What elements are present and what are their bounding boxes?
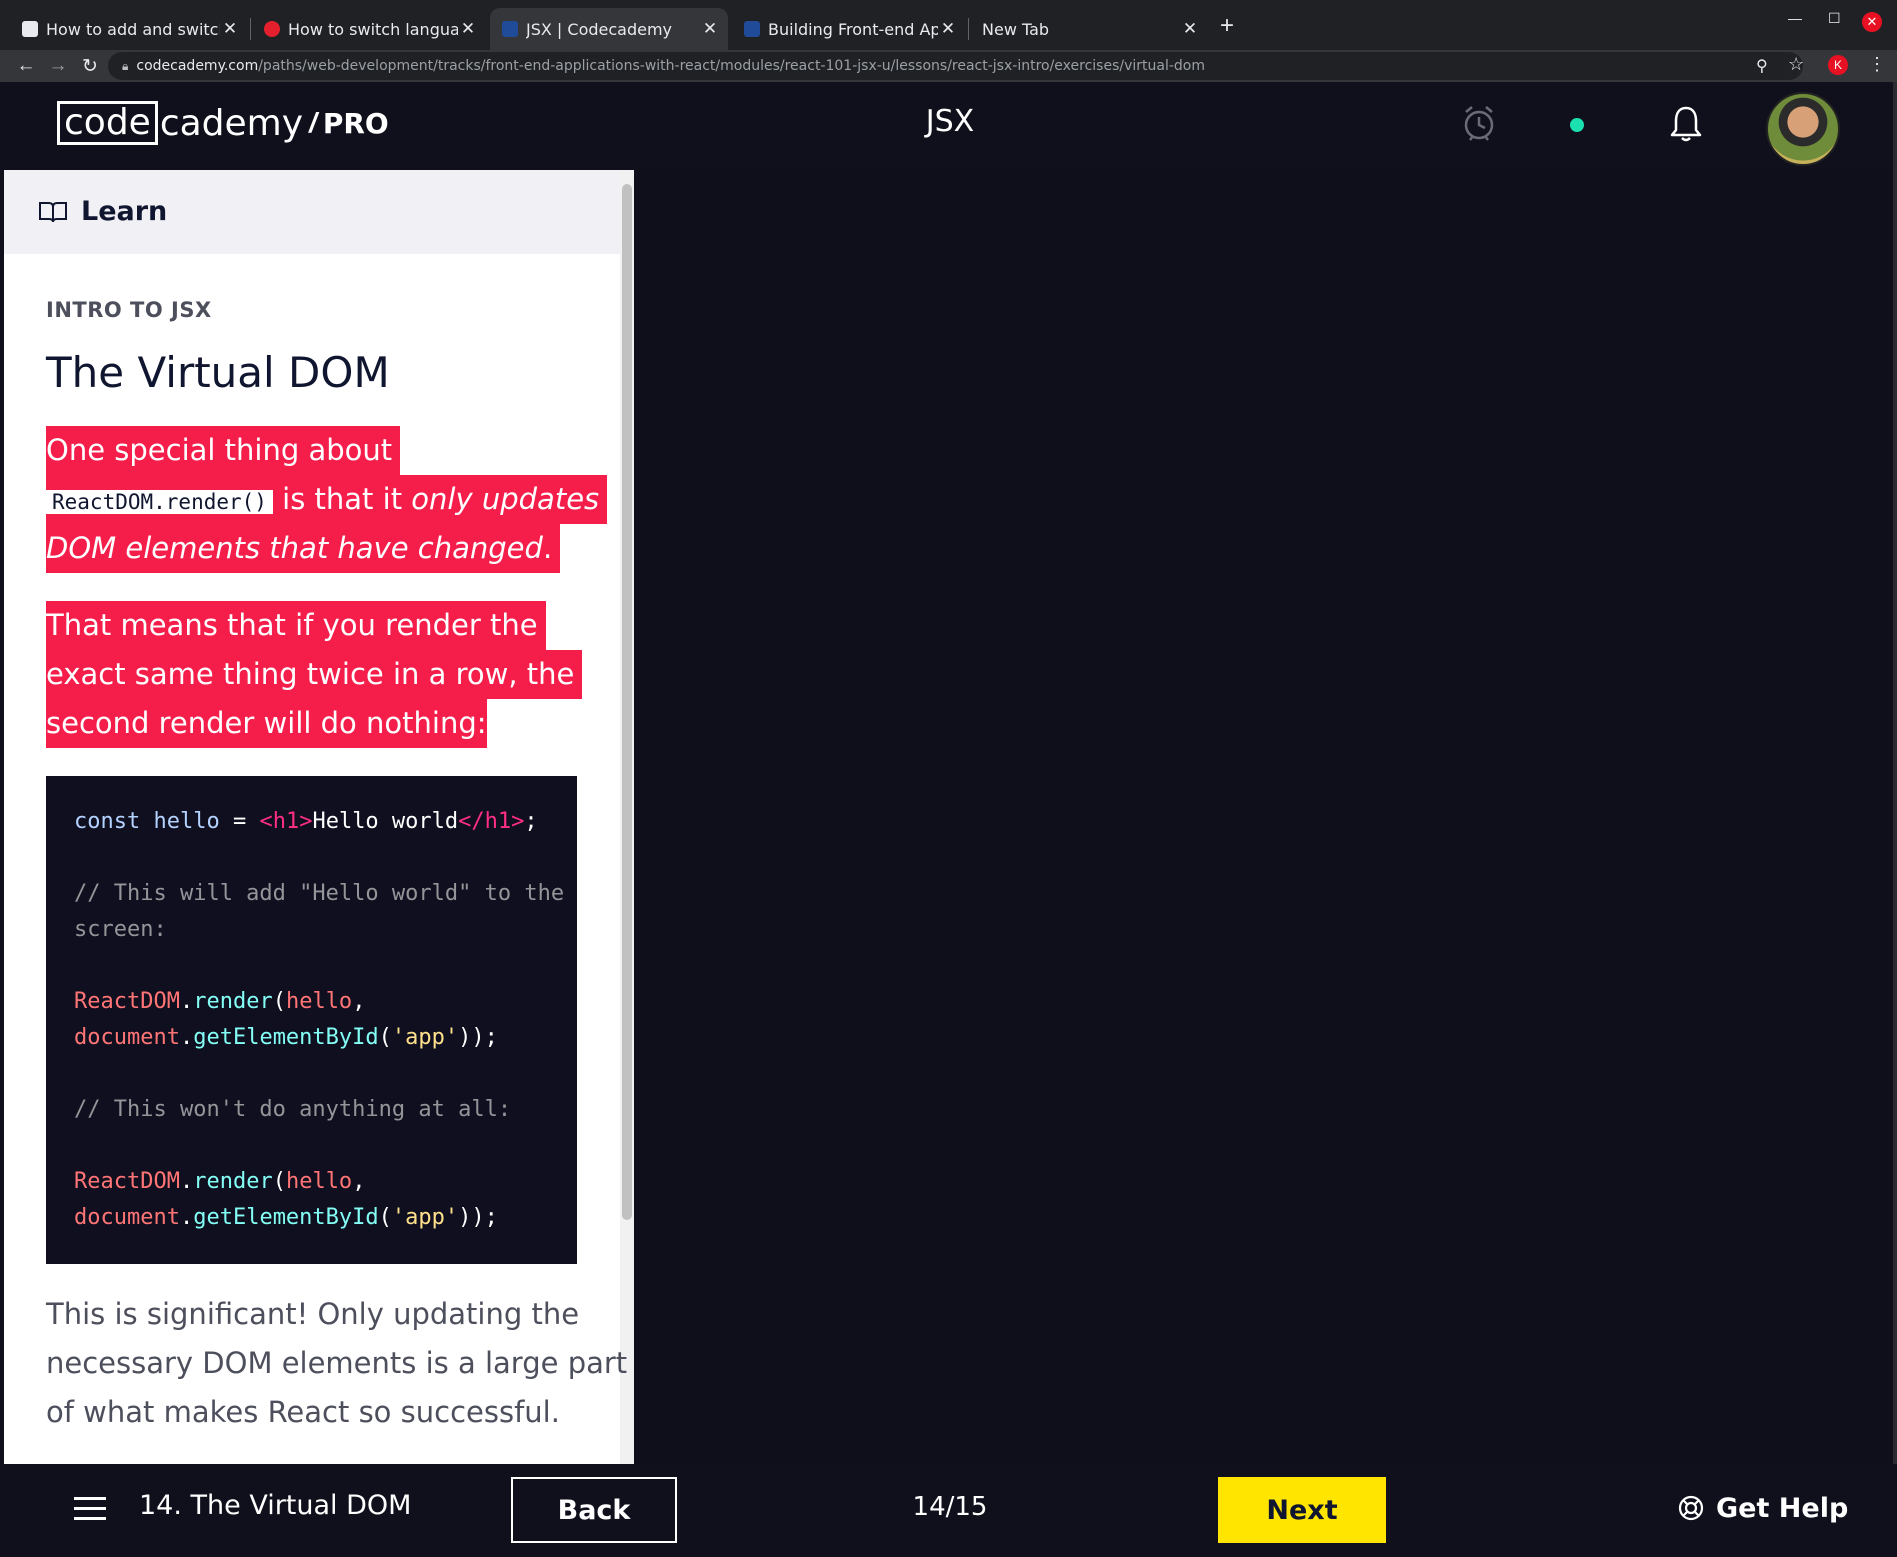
code-line: const hello = <h1>Hello world</h1>; bbox=[74, 809, 538, 834]
learn-tab[interactable]: Learn bbox=[81, 196, 167, 227]
tab-title: How to switch language k bbox=[288, 19, 458, 39]
url-path: /paths/web-development/tracks/front-end-… bbox=[258, 58, 1205, 74]
profile-avatar[interactable]: K bbox=[1828, 55, 1848, 75]
highlighted-text-segment: . bbox=[542, 531, 553, 565]
lesson-paragraph: necessary DOM elements is a large part bbox=[46, 1346, 628, 1380]
code-line: document.getElementById('app')); bbox=[74, 1205, 498, 1230]
tab-close-icon[interactable]: ✕ bbox=[220, 19, 240, 39]
status-dot bbox=[1570, 118, 1584, 132]
code-comment: // This won't do anything at all: bbox=[74, 1097, 512, 1122]
progress-counter: 14/15 bbox=[912, 1492, 988, 1522]
back-button[interactable]: Back bbox=[511, 1477, 677, 1543]
course-title: JSX bbox=[925, 104, 975, 139]
emphasis-text: DOM elements that have changed bbox=[46, 531, 543, 565]
bell-icon[interactable] bbox=[1670, 104, 1702, 144]
tab-close-icon[interactable]: ✕ bbox=[1180, 19, 1200, 39]
tab-title: JSX | Codecademy bbox=[526, 19, 673, 39]
code-line: document.getElementById('app')); bbox=[74, 1025, 498, 1050]
code-line: ReactDOM.render(hello, bbox=[74, 1169, 366, 1194]
browser-menu-icon[interactable]: ⋮ bbox=[1868, 54, 1886, 75]
next-button[interactable]: Next bbox=[1218, 1477, 1386, 1543]
emphasis-text: only updates bbox=[411, 482, 600, 516]
tab-title: Building Front-end Applic bbox=[768, 19, 938, 39]
tab-favicon-icon bbox=[22, 21, 38, 37]
current-lesson-label[interactable]: 14. The Virtual DOM bbox=[139, 1490, 411, 1521]
tab-close-icon[interactable]: ✕ bbox=[938, 19, 958, 39]
lock-icon: 🔒︎ bbox=[122, 58, 129, 73]
tab-separator bbox=[250, 18, 251, 40]
tab-favicon-icon bbox=[264, 21, 280, 37]
browser-tab-active[interactable]: JSX | Codecademy ✕ bbox=[490, 8, 728, 50]
browser-tab[interactable]: How to add and switch ke ✕ bbox=[10, 8, 248, 50]
alarm-clock-icon[interactable] bbox=[1462, 104, 1496, 144]
zoom-icon[interactable]: ⚲ bbox=[1756, 56, 1768, 76]
highlighted-text: ReactDOM.render() is that it only update… bbox=[46, 475, 608, 524]
tab-title: How to add and switch ke bbox=[46, 19, 220, 39]
back-arrow-icon[interactable]: ← bbox=[10, 50, 42, 82]
highlighted-text: One special thing about bbox=[46, 426, 401, 475]
highlighted-text: DOM elements that have changed. bbox=[46, 524, 561, 573]
code-line: ReactDOM.render(hello, bbox=[74, 989, 366, 1014]
logo-slash: / bbox=[309, 107, 317, 138]
tab-title: New Tab bbox=[982, 19, 1050, 39]
hamburger-menu-icon[interactable] bbox=[74, 1497, 106, 1521]
address-bar[interactable]: 🔒︎ codecademy.com/paths/web-development/… bbox=[108, 52, 1803, 80]
bookmark-star-icon[interactable]: ☆ bbox=[1788, 54, 1804, 75]
lesson-eyebrow: INTRO TO JSX bbox=[46, 298, 212, 322]
tab-favicon-icon bbox=[502, 21, 518, 37]
tab-favicon-icon bbox=[744, 21, 760, 37]
forward-arrow-icon[interactable]: → bbox=[42, 50, 74, 82]
lesson-paragraph: of what makes React so successful. bbox=[46, 1395, 560, 1429]
url-host: codecademy.com bbox=[136, 58, 259, 74]
highlighted-text: second render will do nothing: bbox=[46, 699, 487, 748]
browser-tab[interactable]: Building Front-end Applic ✕ bbox=[732, 8, 966, 50]
logo-rest: cademy bbox=[159, 102, 304, 144]
lesson-paragraph: This is significant! Only updating the bbox=[46, 1297, 580, 1331]
reload-icon[interactable]: ↻ bbox=[74, 50, 106, 82]
inline-code: ReactDOM.render() bbox=[46, 490, 273, 514]
code-comment: // This will add "Hello world" to the bbox=[74, 881, 565, 906]
get-help-label: Get Help bbox=[1716, 1492, 1849, 1524]
browser-tab[interactable]: How to switch language k ✕ bbox=[252, 8, 486, 50]
highlighted-text: exact same thing twice in a row, the bbox=[46, 650, 583, 699]
window-close-icon[interactable]: ✕ bbox=[1862, 12, 1882, 32]
new-tab-icon[interactable]: + bbox=[1220, 12, 1234, 40]
maximize-icon[interactable]: ☐ bbox=[1828, 10, 1841, 27]
logo-code: code bbox=[57, 101, 158, 145]
tab-separator bbox=[968, 18, 969, 40]
tab-close-icon[interactable]: ✕ bbox=[458, 19, 478, 39]
get-help-button[interactable]: Get Help bbox=[1678, 1488, 1848, 1528]
lesson-title: The Virtual DOM bbox=[46, 348, 390, 397]
logo-pro: PRO bbox=[322, 106, 389, 140]
minimize-icon[interactable]: — bbox=[1788, 10, 1802, 26]
book-icon bbox=[39, 202, 67, 223]
window-edge bbox=[1893, 82, 1897, 1557]
scrollbar-thumb[interactable] bbox=[622, 184, 632, 1220]
highlighted-text: That means that if you render the bbox=[46, 601, 546, 650]
code-comment: screen: bbox=[74, 917, 167, 942]
browser-tab[interactable]: New Tab ✕ bbox=[970, 8, 1208, 50]
highlighted-text-segment: is that it bbox=[272, 482, 412, 516]
user-avatar[interactable] bbox=[1766, 92, 1840, 166]
codecademy-logo[interactable]: code cademy / PRO bbox=[57, 100, 389, 146]
tab-close-icon[interactable]: ✕ bbox=[700, 19, 720, 39]
lifebuoy-icon bbox=[1678, 1495, 1704, 1521]
